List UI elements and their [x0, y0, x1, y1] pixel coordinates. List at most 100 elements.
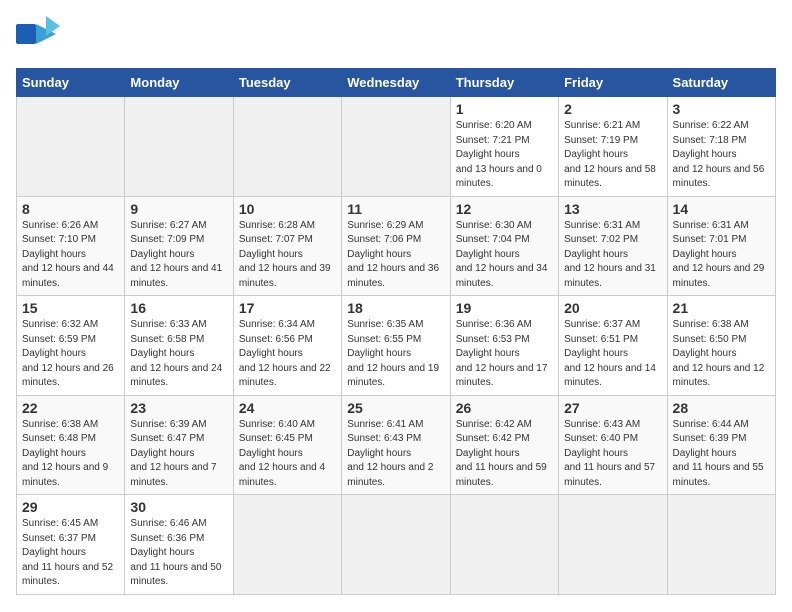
day-info: Sunrise: 6:41 AMSunset: 6:43 PMDaylight …: [347, 418, 444, 491]
column-header-tuesday: Tuesday: [233, 69, 341, 97]
calendar-cell: [233, 495, 341, 595]
day-info: Sunrise: 6:28 AMSunset: 7:07 PMDaylight …: [239, 219, 336, 292]
calendar-cell: 8 Sunrise: 6:26 AMSunset: 7:10 PMDaylight…: [17, 196, 125, 296]
calendar-cell: 20 Sunrise: 6:37 AMSunset: 6:51 PMDayligh…: [559, 296, 667, 396]
day-info: Sunrise: 6:31 AMSunset: 7:02 PMDaylight …: [564, 219, 661, 292]
day-info: Sunrise: 6:31 AMSunset: 7:01 PMDaylight …: [673, 219, 770, 292]
day-number: 15: [22, 300, 119, 316]
column-header-wednesday: Wednesday: [342, 69, 450, 97]
calendar-cell: 27 Sunrise: 6:43 AMSunset: 6:40 PMDayligh…: [559, 395, 667, 495]
day-number: 16: [130, 300, 227, 316]
logo-icon: [16, 16, 60, 56]
day-number: 26: [456, 400, 553, 416]
day-info: Sunrise: 6:38 AMSunset: 6:50 PMDaylight …: [673, 318, 770, 391]
calendar-cell: 18 Sunrise: 6:35 AMSunset: 6:55 PMDayligh…: [342, 296, 450, 396]
calendar-cell: 15 Sunrise: 6:32 AMSunset: 6:59 PMDayligh…: [17, 296, 125, 396]
calendar-cell: 9 Sunrise: 6:27 AMSunset: 7:09 PMDaylight…: [125, 196, 233, 296]
day-number: 21: [673, 300, 770, 316]
day-number: 20: [564, 300, 661, 316]
day-info: Sunrise: 6:29 AMSunset: 7:06 PMDaylight …: [347, 219, 444, 292]
calendar-cell: 17 Sunrise: 6:34 AMSunset: 6:56 PMDayligh…: [233, 296, 341, 396]
calendar-header-row: SundayMondayTuesdayWednesdayThursdayFrid…: [17, 69, 776, 97]
calendar-cell: 14 Sunrise: 6:31 AMSunset: 7:01 PMDayligh…: [667, 196, 775, 296]
day-number: 23: [130, 400, 227, 416]
day-info: Sunrise: 6:33 AMSunset: 6:58 PMDaylight …: [130, 318, 227, 391]
day-number: 12: [456, 201, 553, 217]
day-number: 29: [22, 499, 119, 515]
calendar-cell: [342, 97, 450, 197]
calendar-cell: 2 Sunrise: 6:21 AMSunset: 7:19 PMDaylight…: [559, 97, 667, 197]
calendar-cell: 28 Sunrise: 6:44 AMSunset: 6:39 PMDayligh…: [667, 395, 775, 495]
calendar-week-row: 22 Sunrise: 6:38 AMSunset: 6:48 PMDayligh…: [17, 395, 776, 495]
calendar-week-row: 8 Sunrise: 6:26 AMSunset: 7:10 PMDaylight…: [17, 196, 776, 296]
day-number: 27: [564, 400, 661, 416]
calendar-cell: 19 Sunrise: 6:36 AMSunset: 6:53 PMDayligh…: [450, 296, 558, 396]
calendar-cell: 12 Sunrise: 6:30 AMSunset: 7:04 PMDayligh…: [450, 196, 558, 296]
day-info: Sunrise: 6:40 AMSunset: 6:45 PMDaylight …: [239, 418, 336, 491]
calendar-cell: [17, 97, 125, 197]
calendar-cell: 25 Sunrise: 6:41 AMSunset: 6:43 PMDayligh…: [342, 395, 450, 495]
day-info: Sunrise: 6:44 AMSunset: 6:39 PMDaylight …: [673, 418, 770, 491]
day-number: 13: [564, 201, 661, 217]
column-header-monday: Monday: [125, 69, 233, 97]
day-info: Sunrise: 6:20 AMSunset: 7:21 PMDaylight …: [456, 119, 553, 192]
day-number: 17: [239, 300, 336, 316]
day-info: Sunrise: 6:34 AMSunset: 6:56 PMDaylight …: [239, 318, 336, 391]
day-info: Sunrise: 6:46 AMSunset: 6:36 PMDaylight …: [130, 517, 227, 590]
day-number: 30: [130, 499, 227, 515]
day-number: 8: [22, 201, 119, 217]
day-info: Sunrise: 6:35 AMSunset: 6:55 PMDaylight …: [347, 318, 444, 391]
calendar-cell: 13 Sunrise: 6:31 AMSunset: 7:02 PMDayligh…: [559, 196, 667, 296]
calendar-cell: 21 Sunrise: 6:38 AMSunset: 6:50 PMDayligh…: [667, 296, 775, 396]
calendar-cell: [667, 495, 775, 595]
day-info: Sunrise: 6:22 AMSunset: 7:18 PMDaylight …: [673, 119, 770, 192]
calendar-cell: 22 Sunrise: 6:38 AMSunset: 6:48 PMDayligh…: [17, 395, 125, 495]
calendar-cell: 3Sunrise: 6:22 AMSunset: 7:18 PMDaylight…: [667, 97, 775, 197]
day-info: Sunrise: 6:36 AMSunset: 6:53 PMDaylight …: [456, 318, 553, 391]
calendar-cell: 11Sunrise: 6:29 AMSunset: 7:06 PMDayligh…: [342, 196, 450, 296]
day-number: 14: [673, 201, 770, 217]
calendar-cell: [450, 495, 558, 595]
day-info: Sunrise: 6:32 AMSunset: 6:59 PMDaylight …: [22, 318, 119, 391]
day-number: 2: [564, 101, 661, 117]
calendar-cell: 10 Sunrise: 6:28 AMSunset: 7:07 PMDayligh…: [233, 196, 341, 296]
page-header: [16, 16, 776, 56]
calendar-cell: 26 Sunrise: 6:42 AMSunset: 6:42 PMDayligh…: [450, 395, 558, 495]
calendar-cell: [559, 495, 667, 595]
day-info: Sunrise: 6:42 AMSunset: 6:42 PMDaylight …: [456, 418, 553, 491]
calendar-week-row: 1 Sunrise: 6:20 AMSunset: 7:21 PMDaylight…: [17, 97, 776, 197]
calendar-cell: [342, 495, 450, 595]
column-header-saturday: Saturday: [667, 69, 775, 97]
day-info: Sunrise: 6:45 AMSunset: 6:37 PMDaylight …: [22, 517, 119, 590]
day-number: 19: [456, 300, 553, 316]
day-number: 24: [239, 400, 336, 416]
calendar-week-row: 15 Sunrise: 6:32 AMSunset: 6:59 PMDayligh…: [17, 296, 776, 396]
day-number: 28: [673, 400, 770, 416]
day-info: Sunrise: 6:21 AMSunset: 7:19 PMDaylight …: [564, 119, 661, 192]
logo: [16, 16, 66, 56]
day-number: 9: [130, 201, 227, 217]
calendar-week-row: 29 Sunrise: 6:45 AMSunset: 6:37 PMDayligh…: [17, 495, 776, 595]
day-number: 18: [347, 300, 444, 316]
column-header-friday: Friday: [559, 69, 667, 97]
column-header-sunday: Sunday: [17, 69, 125, 97]
day-number: 25: [347, 400, 444, 416]
day-number: 1: [456, 101, 553, 117]
day-info: Sunrise: 6:27 AMSunset: 7:09 PMDaylight …: [130, 219, 227, 292]
day-info: Sunrise: 6:38 AMSunset: 6:48 PMDaylight …: [22, 418, 119, 491]
calendar-cell: 16 Sunrise: 6:33 AMSunset: 6:58 PMDayligh…: [125, 296, 233, 396]
calendar-cell: [125, 97, 233, 197]
calendar-cell: 29 Sunrise: 6:45 AMSunset: 6:37 PMDayligh…: [17, 495, 125, 595]
day-info: Sunrise: 6:39 AMSunset: 6:47 PMDaylight …: [130, 418, 227, 491]
day-number: 22: [22, 400, 119, 416]
day-info: Sunrise: 6:43 AMSunset: 6:40 PMDaylight …: [564, 418, 661, 491]
calendar-cell: 30 Sunrise: 6:46 AMSunset: 6:36 PMDayligh…: [125, 495, 233, 595]
column-header-thursday: Thursday: [450, 69, 558, 97]
calendar-table: SundayMondayTuesdayWednesdayThursdayFrid…: [16, 68, 776, 595]
day-info: Sunrise: 6:30 AMSunset: 7:04 PMDaylight …: [456, 219, 553, 292]
day-number: 10: [239, 201, 336, 217]
day-info: Sunrise: 6:37 AMSunset: 6:51 PMDaylight …: [564, 318, 661, 391]
day-info: Sunrise: 6:26 AMSunset: 7:10 PMDaylight …: [22, 219, 119, 292]
calendar-cell: 1 Sunrise: 6:20 AMSunset: 7:21 PMDaylight…: [450, 97, 558, 197]
calendar-cell: 23 Sunrise: 6:39 AMSunset: 6:47 PMDayligh…: [125, 395, 233, 495]
